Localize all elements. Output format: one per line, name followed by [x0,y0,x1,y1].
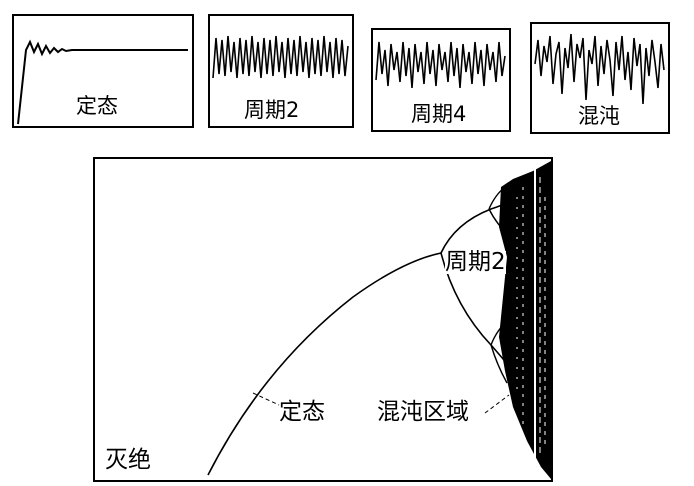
plot-frame [93,157,553,482]
label-period2: 周期2 [445,249,506,275]
label-chaos-region: 混沌区域 [377,399,469,425]
panel-label-chaos: 混沌 [578,104,620,128]
period4-trace [375,41,506,89]
label-extinct: 灭绝 [105,447,151,473]
chaos-trace [534,33,665,105]
panel-chaos: 混沌 [530,22,670,134]
panel-label-period4: 周期4 [411,102,467,126]
panel-period4: 周期4 [371,28,511,132]
panel-period2: 周期2 [208,14,354,128]
label-steady: 定态 [279,399,325,425]
period2-trace [212,35,349,79]
panel-label-steady: 定态 [76,94,118,118]
bifurcation-diagram: 周期2 定态 混沌区域 灭绝 [93,157,553,482]
bifurcation-plot [93,157,553,482]
panel-label-period2: 周期2 [244,98,300,122]
panel-steady: 定态 [12,14,194,128]
